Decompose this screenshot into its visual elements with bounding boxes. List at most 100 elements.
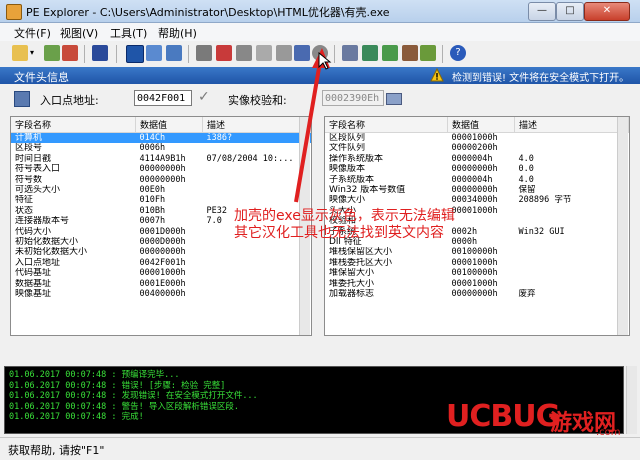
field-value-cell: 014Ch [135,132,203,144]
table-row[interactable]: Win32 版本号数值 00000000h 保留 [325,185,629,195]
syntax-icon[interactable] [382,45,398,61]
column-header[interactable]: 数据值 [447,117,515,133]
field-desc-cell [515,279,629,289]
field-name-cell: 数据基址 [15,278,52,289]
table-row[interactable]: 堆委托大小 00001000h [325,279,629,289]
column-header[interactable]: 字段名称 [11,117,136,133]
table-row[interactable]: 计算机 014Ch i386? [11,132,311,144]
entry-point-input[interactable] [134,90,192,106]
field-name-cell: 堆委托大小 [329,278,375,289]
field-value-cell: 4114A9B1h [139,153,186,164]
table-row[interactable]: 未初始化数据大小 00000000h [11,247,311,257]
calculator-icon[interactable] [386,93,402,105]
imports-icon[interactable] [216,45,232,61]
field-value-cell: 00000000h [139,164,186,175]
field-name-cell: 符号数 [15,174,43,185]
table-row[interactable]: 时间日戳 4114A9B1h 07/08/2004 10:... [11,154,311,164]
reload-icon[interactable] [44,45,60,61]
field-desc-cell [515,206,629,216]
toolbar-separator [116,45,117,63]
field-value-cell: 00001000h [451,133,498,143]
field-value-cell: 00001000h [451,257,498,268]
checkmark-icon[interactable]: ✓ [198,89,210,105]
field-name-cell: 时间日戳 [15,153,52,164]
annotation-line-2: 其它汉化工具也无法找到英文内容 [234,225,444,241]
field-value-cell: 00000000h [139,174,186,185]
table-row[interactable]: 代码基址 00001000h [11,268,311,278]
field-name-cell: 代码基址 [15,268,52,279]
field-desc-cell [515,216,629,226]
minimize-button[interactable]: — [528,2,556,21]
field-value-cell: 0001E000h [139,278,186,289]
field-value-cell: 010Bh [139,205,166,216]
table-row[interactable]: 符号表入口 00000000h [11,164,311,174]
menu-file[interactable]: 文件(F) [14,25,51,41]
field-value-cell: 00100000h [451,268,498,279]
ucbug-watermark-logo: UCBUG 游戏网 .com [446,397,634,441]
close-button[interactable]: ✕ [584,2,630,21]
dependency-icon[interactable] [362,45,378,61]
field-desc-cell [515,247,629,257]
field-value-cell: 00000000h [451,185,498,196]
table-row[interactable]: 堆栈委托区大小 00001000h [325,258,629,268]
table-row[interactable]: 子系统版本 0000004h 4.0 [325,175,629,185]
table-row[interactable]: 加载器标志 00000000h 废弃 [325,289,629,299]
field-value-cell: 010Fh [139,195,166,206]
toolbar-separator [442,45,443,63]
maximize-button[interactable]: □ [556,2,584,21]
field-name-cell: 区段号 [15,143,43,154]
help-icon[interactable]: ? [450,45,466,61]
field-desc-cell: Win32 GUI [518,226,565,237]
field-value-cell: 00001000h [451,278,498,289]
field-name-cell: 连接器版本号 [15,216,70,227]
table-row[interactable]: 堆保留大小 00100000h [325,268,629,278]
field-desc-cell: 4.0 [518,174,534,185]
table-row[interactable]: 映像基址 00400000h [11,289,311,299]
watermark-domain: .com [596,427,621,438]
field-name-cell: 堆栈委托区大小 [329,257,393,268]
field-desc-cell: 保留 [518,185,536,196]
status-text: 获取帮助, 请按"F1" [8,444,105,457]
resources-icon[interactable] [196,45,212,61]
sections-icon[interactable] [146,45,162,61]
menu-help[interactable]: 帮助(H) [158,25,197,41]
field-value-cell: 00034000h [451,195,498,206]
table-row[interactable]: 文件队列 00000200h [325,143,629,153]
plugin-icon[interactable] [420,45,436,61]
table-row[interactable]: 区段号 0006h [11,143,311,153]
chevron-down-icon[interactable]: ▾ [30,45,38,61]
warning-message: 检测到错误! 文件将在安全模式下打开。 [452,73,630,84]
table-row[interactable]: 堆栈保留区大小 00100000h [325,247,629,257]
close-file-icon[interactable] [62,45,78,61]
table-row[interactable]: 符号数 00000000h [11,175,311,185]
menu-tools[interactable]: 工具(T) [110,25,147,41]
table-row[interactable]: 可选头大小 00E0h [11,185,311,195]
window-title: PE Explorer - C:\Users\Administrator\Des… [26,6,390,19]
info-icon[interactable] [126,45,144,63]
open-icon[interactable] [12,45,28,61]
exports-icon[interactable] [236,45,252,61]
checksum-label: 实像校验和: [228,94,287,107]
field-desc-cell [203,268,311,278]
right-scrollbar[interactable] [617,117,628,335]
field-desc-cell [515,133,629,144]
log-line: 01.06.2017 00:07:48 : 预编译完毕... [9,370,180,380]
app-icon [6,4,22,20]
menu-view[interactable]: 视图(V) [60,25,98,41]
column-header[interactable]: 描述 [514,117,629,133]
column-header[interactable]: 数据值 [135,117,203,133]
table-row[interactable]: 数据基址 0001E000h [11,279,311,289]
tools-icon[interactable] [402,45,418,61]
directories-icon[interactable] [166,45,182,61]
save-icon[interactable] [92,45,108,61]
table-row[interactable]: 入口点地址 0042F001h [11,258,311,268]
table-row[interactable]: 区段队列 00001000h [325,133,629,144]
annotation-arrow [294,48,330,203]
table-row[interactable]: 操作系统版本 0000004h 4.0 [325,154,629,164]
field-value-cell: 00000200h [451,143,498,154]
field-value-cell: 0001D000h [139,226,186,237]
field-value-cell: 0002h [451,226,478,237]
page-icon[interactable] [256,45,272,61]
table-row[interactable]: 映像版本 00000000h 0.0 [325,164,629,174]
field-value-cell: 00400000h [139,289,186,300]
